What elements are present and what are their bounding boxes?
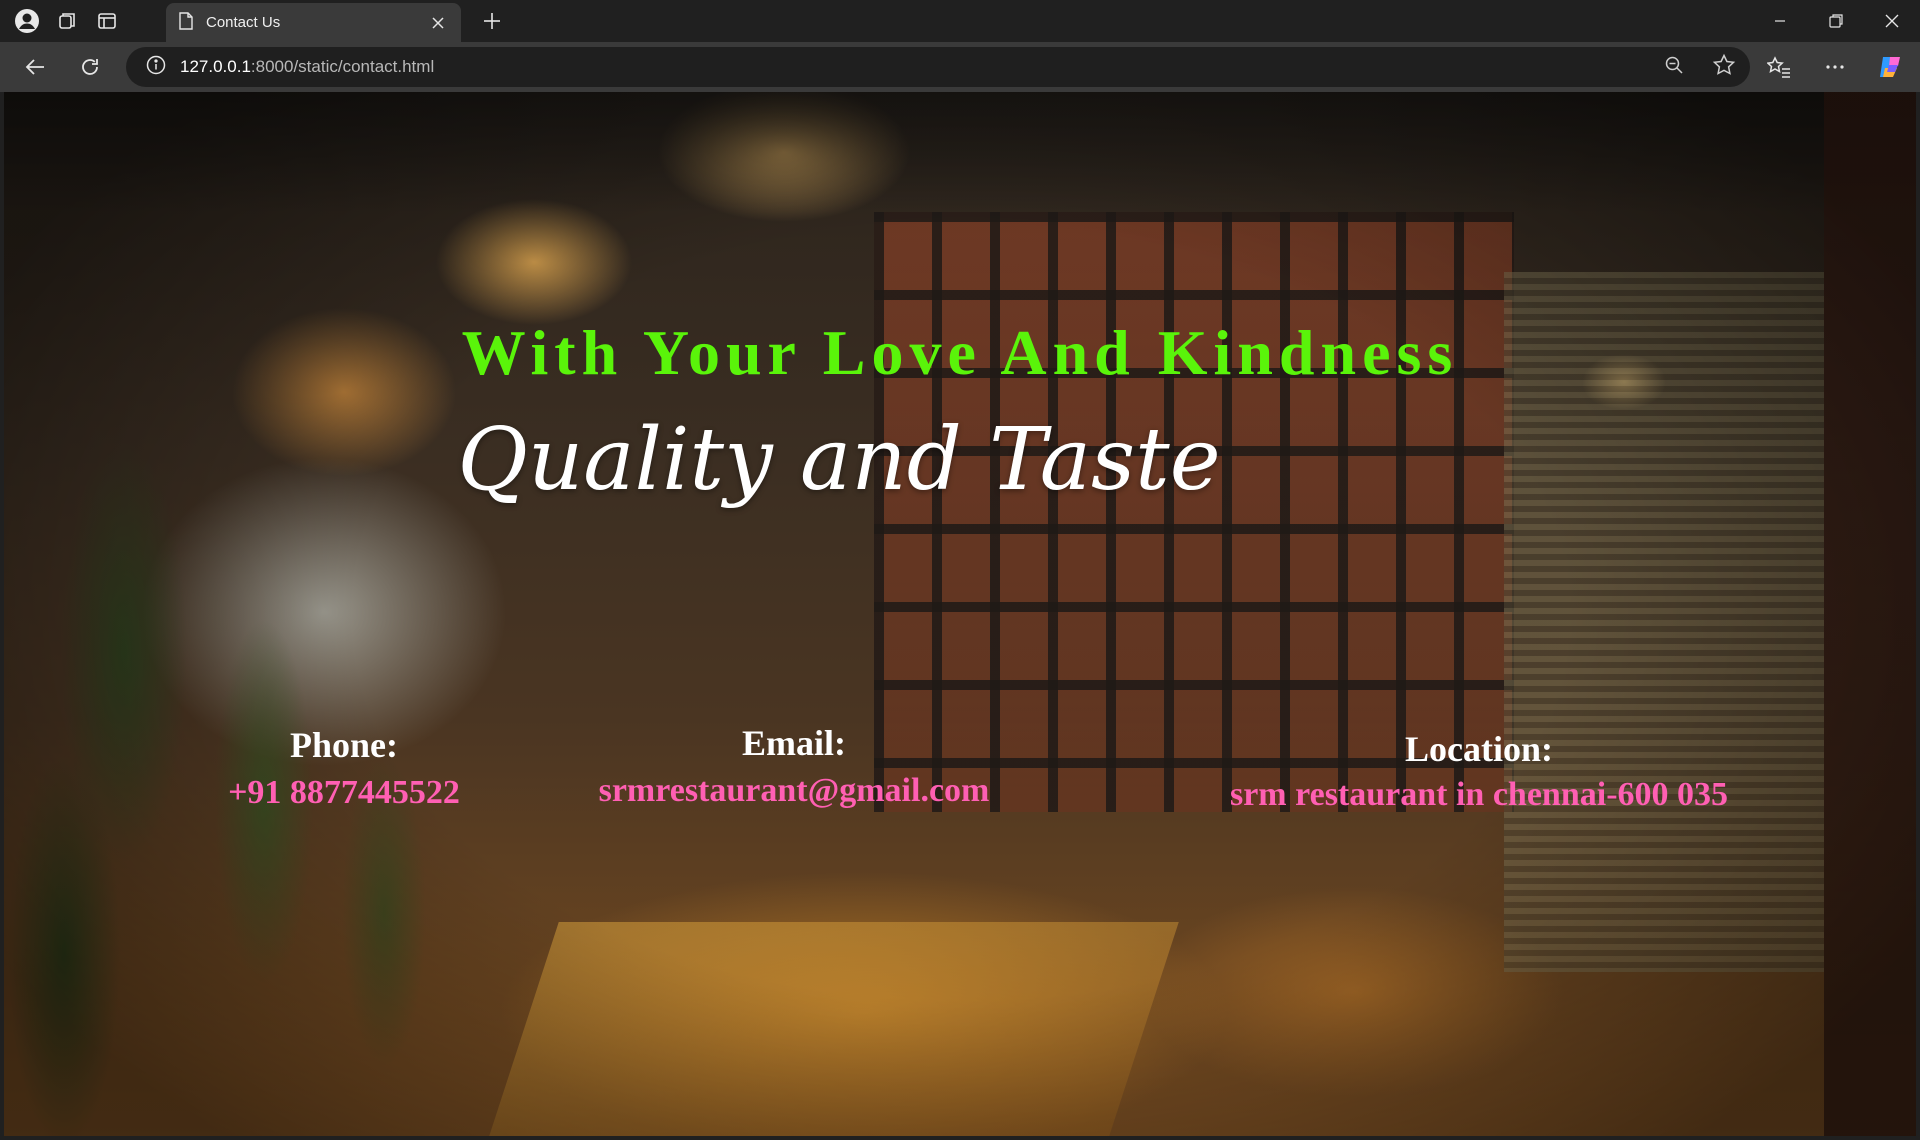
profile-icon[interactable] — [7, 0, 47, 42]
location-block: Location: srm restaurant in chennai-600 … — [1174, 728, 1784, 814]
zoom-out-icon[interactable] — [1664, 55, 1684, 80]
plus-icon[interactable] — [472, 0, 512, 42]
headline: With Your Love And Kindness — [461, 317, 1459, 388]
close-icon[interactable] — [427, 12, 449, 34]
minimize-icon[interactable] — [1752, 0, 1808, 42]
url-path: :8000/static/contact.html — [250, 57, 435, 76]
location-label: Location: — [1405, 729, 1553, 769]
restore-icon[interactable] — [1808, 0, 1864, 42]
tab-contact-us[interactable]: Contact Us — [166, 3, 461, 42]
phone-label: Phone: — [290, 725, 398, 765]
address-bar[interactable]: 127.0.0.1:8000/static/contact.html — [126, 47, 1750, 87]
phone-block: Phone: +91 8877445522 — [154, 724, 534, 812]
page-icon — [178, 11, 194, 34]
reload-icon[interactable] — [70, 47, 110, 87]
location-value: srm restaurant in chennai-600 035 — [1229, 776, 1729, 813]
window-controls — [1752, 0, 1920, 42]
back-icon[interactable] — [15, 47, 55, 87]
navigation-bar: 127.0.0.1:8000/static/contact.html — [0, 42, 1920, 92]
phone-value: +91 8877445522 — [228, 774, 460, 811]
workspaces-icon[interactable] — [47, 0, 87, 42]
email-block: Email: srmrestaurant@gmail.com — [544, 722, 1044, 810]
info-icon[interactable] — [146, 55, 166, 80]
email-value: srmrestaurant@gmail.com — [598, 772, 990, 809]
email-label: Email: — [742, 723, 846, 763]
url-host: 127.0.0.1 — [180, 57, 251, 76]
more-icon[interactable] — [1814, 47, 1856, 87]
subheadline: Quality and Taste — [457, 410, 1221, 510]
title-bar: Contact Us — [0, 0, 1920, 42]
tab-title: Contact Us — [206, 14, 281, 31]
copilot-icon[interactable] — [1870, 47, 1912, 87]
contact-page: With Your Love And Kindness Quality and … — [4, 92, 1916, 1136]
url-text[interactable]: 127.0.0.1:8000/static/contact.html — [180, 57, 434, 77]
favorites-icon[interactable] — [1758, 47, 1800, 87]
window-close-icon[interactable] — [1864, 0, 1920, 42]
star-icon[interactable] — [1712, 53, 1736, 82]
tab-actions-icon[interactable] — [87, 0, 127, 42]
